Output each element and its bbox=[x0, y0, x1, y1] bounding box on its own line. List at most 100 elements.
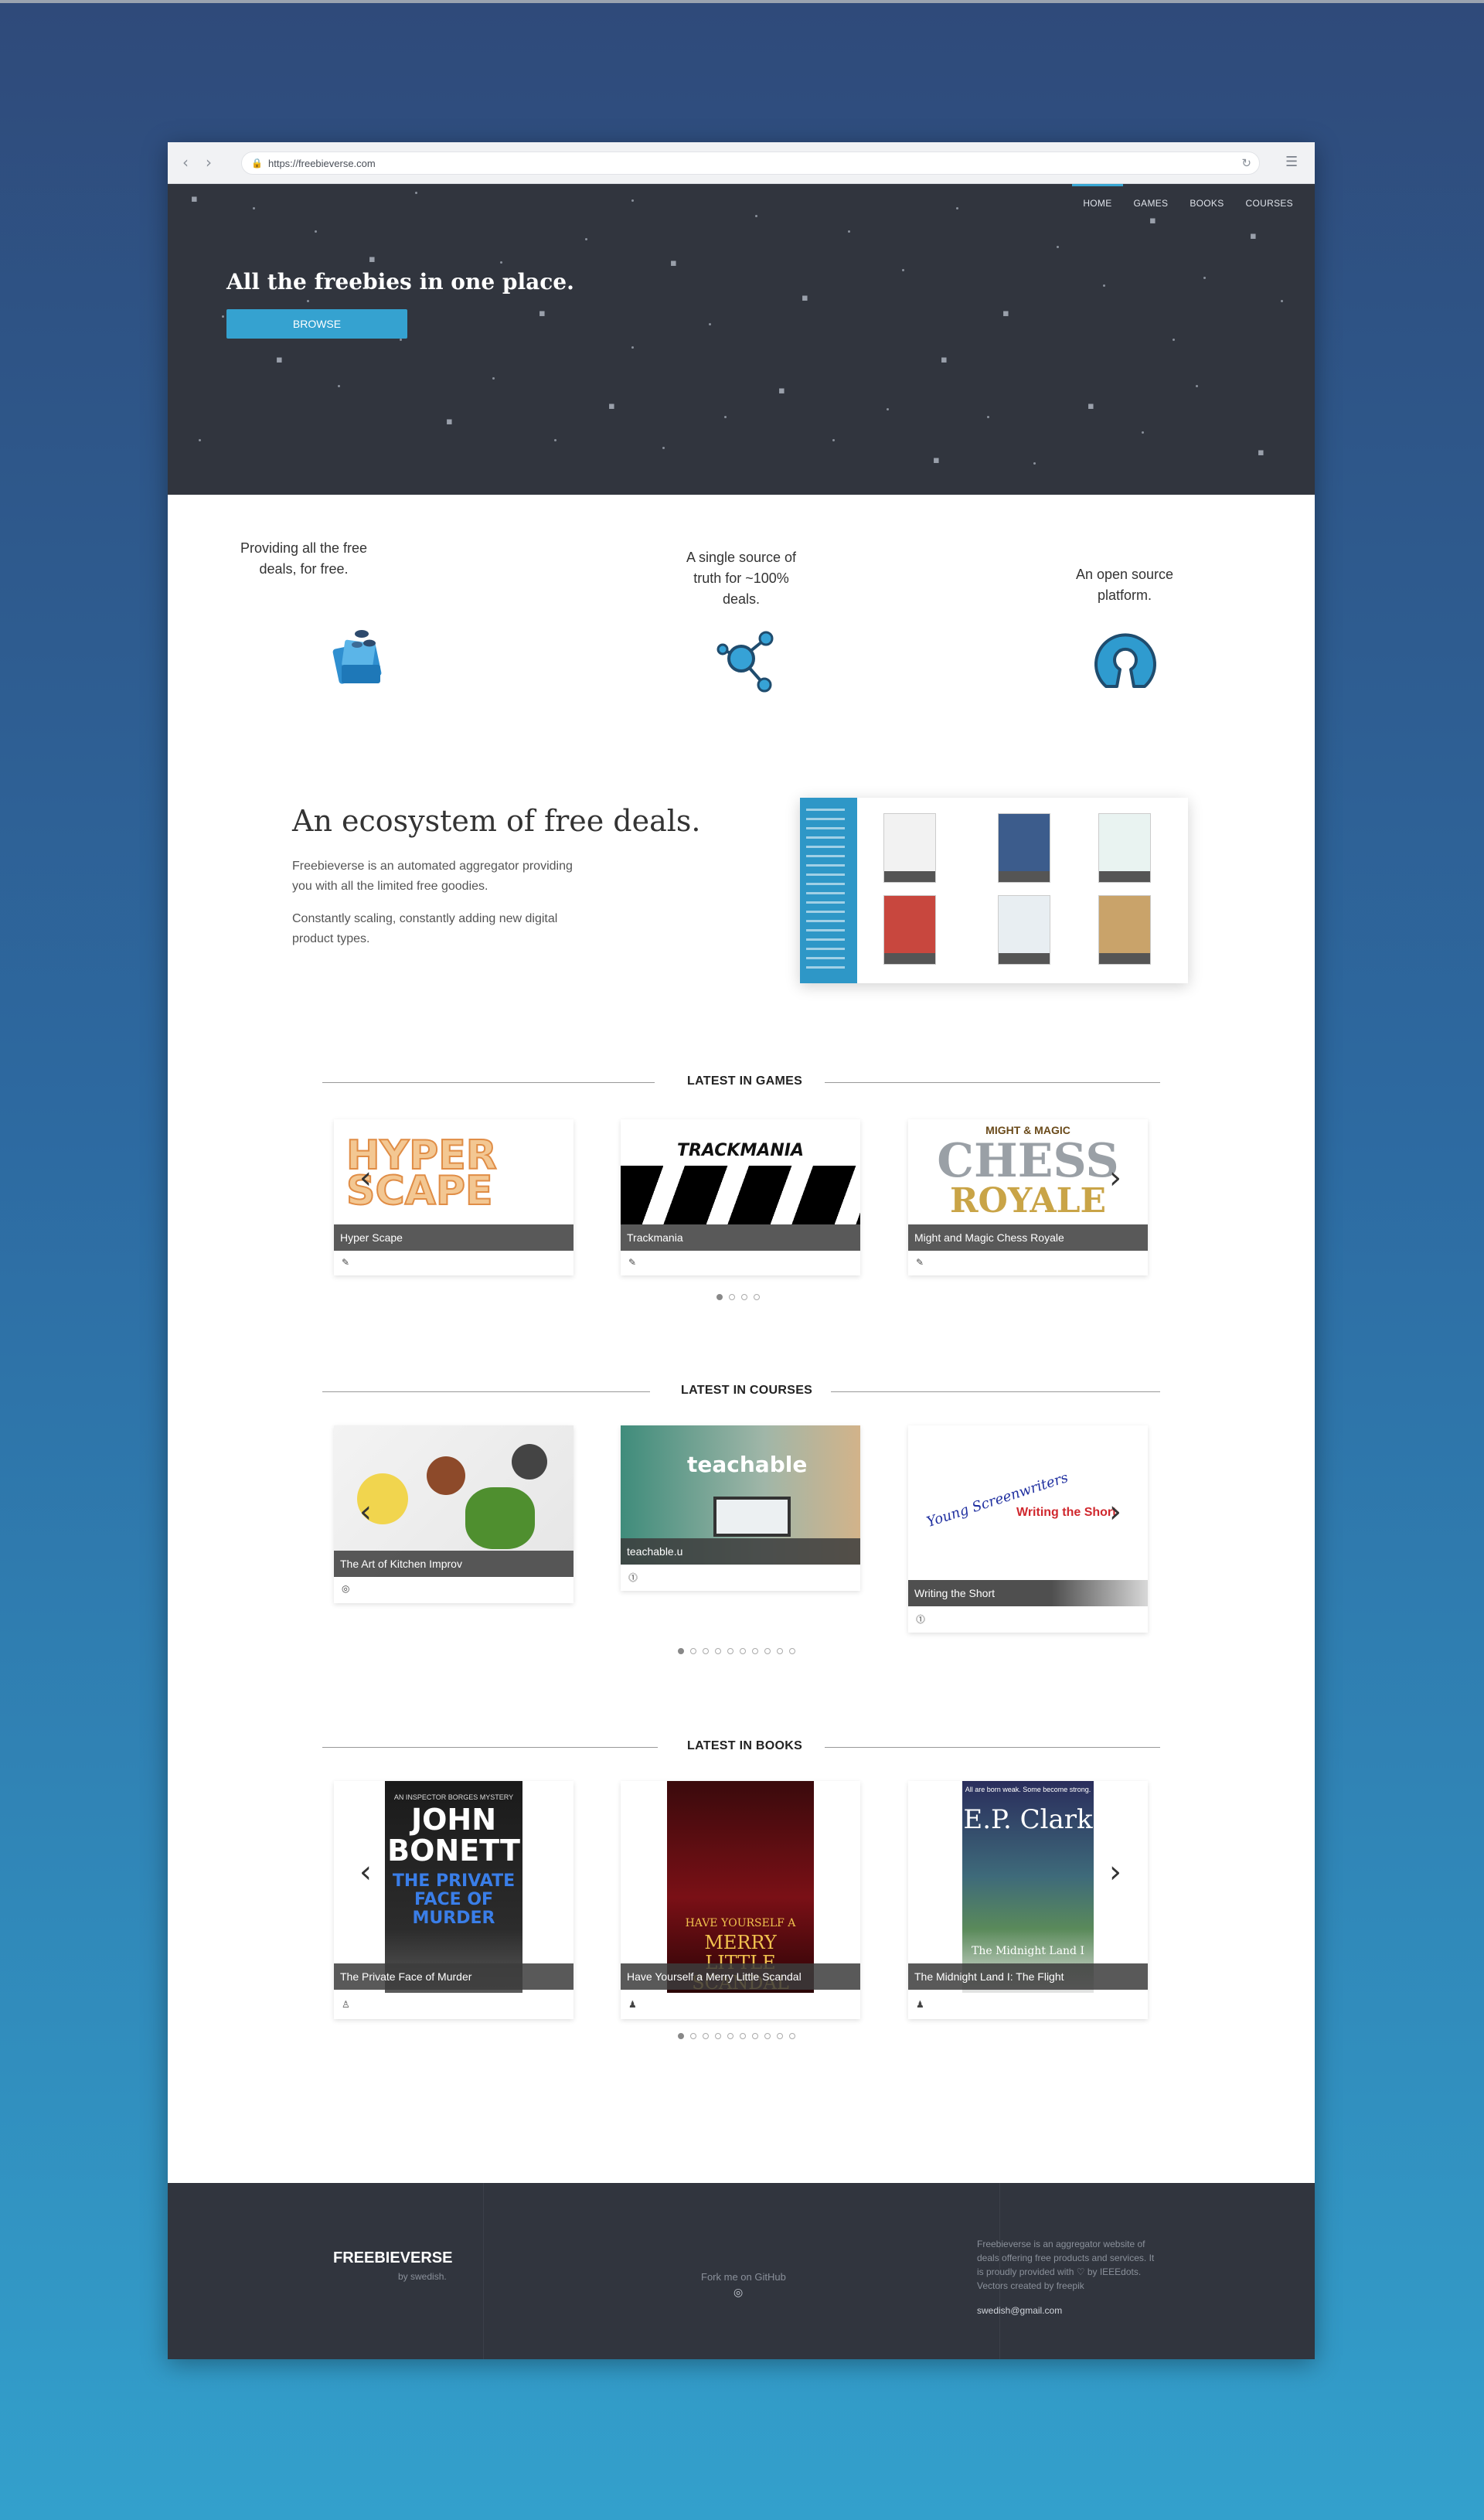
game-card-chess-royale[interactable]: MIGHT & MAGIC CHESS ROYALE Might and Mag… bbox=[908, 1119, 1148, 1275]
games-next-arrow[interactable]: › bbox=[1109, 1163, 1122, 1194]
floating-icon: ▪ bbox=[802, 292, 808, 304]
pagination-dot[interactable] bbox=[727, 2033, 733, 2039]
features-section: Providing all the free deals, for free. … bbox=[168, 495, 1315, 788]
star-dot bbox=[724, 416, 727, 418]
github-icon[interactable]: ◎ bbox=[733, 2287, 743, 2299]
star-dot bbox=[222, 315, 224, 318]
pagination-dot[interactable] bbox=[703, 1648, 709, 1654]
pagination-dot[interactable] bbox=[690, 2033, 696, 2039]
game-card-title: Trackmania bbox=[621, 1224, 860, 1251]
pagination-dot[interactable] bbox=[789, 1648, 795, 1654]
books-next-arrow[interactable]: › bbox=[1109, 1857, 1122, 1888]
game-card-image: TRACKMANIA Trackmania bbox=[621, 1119, 860, 1251]
address-bar[interactable]: 🔒 https://freebieverse.com ↻ bbox=[241, 152, 1260, 175]
pagination-dot[interactable] bbox=[740, 2033, 746, 2039]
pagination-dot[interactable] bbox=[740, 1648, 746, 1654]
nav-books[interactable]: BOOKS bbox=[1179, 184, 1234, 215]
courses-prev-arrow[interactable]: ‹ bbox=[359, 1497, 372, 1527]
book-cover-title: THE PRIVATE FACE OF MURDER bbox=[392, 1871, 516, 1928]
pagination-dot[interactable] bbox=[703, 2033, 709, 2039]
floating-icon: ▪ bbox=[1087, 400, 1094, 412]
back-icon[interactable]: ‹ bbox=[177, 154, 194, 171]
star-dot bbox=[415, 192, 417, 194]
ecosystem-title: An ecosystem of free deals. bbox=[292, 804, 701, 838]
book-card-private-face[interactable]: AN INSPECTOR BORGES MYSTERY JOHN BONETT … bbox=[334, 1781, 574, 2019]
wallet-coins-icon bbox=[328, 625, 391, 695]
star-dot bbox=[631, 199, 634, 202]
pagination-dot[interactable] bbox=[678, 2033, 684, 2039]
game-card-hyper-scape[interactable]: HYPER SCAPE Hyper Scape ✎ bbox=[334, 1119, 574, 1275]
game-card-trackmania[interactable]: TRACKMANIA Trackmania ✎ bbox=[621, 1119, 860, 1275]
pagination-dot[interactable] bbox=[752, 2033, 758, 2039]
footer-brand[interactable]: FREEBIEVERSE bbox=[333, 2249, 452, 2267]
pagination-dot[interactable] bbox=[690, 1648, 696, 1654]
course-card-teachable[interactable]: teachable teachable.u ⓵ bbox=[621, 1425, 860, 1591]
url-text[interactable]: https://freebieverse.com bbox=[268, 158, 376, 169]
star-dot bbox=[1103, 284, 1105, 287]
pagination-dot[interactable] bbox=[715, 1648, 721, 1654]
star-dot bbox=[307, 300, 309, 302]
open-source-icon bbox=[1092, 626, 1159, 696]
top-border bbox=[0, 0, 1484, 3]
footer: FREEBIEVERSE by swedish. Fork me on GitH… bbox=[168, 2183, 1315, 2359]
pagination-dot[interactable] bbox=[752, 1648, 758, 1654]
book-cover: AN INSPECTOR BORGES MYSTERY JOHN BONETT … bbox=[385, 1781, 522, 1993]
pagination-dot[interactable] bbox=[741, 1294, 747, 1300]
star-dot bbox=[709, 323, 711, 325]
course-card-title: Writing the Short bbox=[908, 1580, 1148, 1606]
star-dot bbox=[1196, 385, 1198, 387]
nav-home[interactable]: HOME bbox=[1072, 184, 1123, 215]
games-prev-arrow[interactable]: ‹ bbox=[359, 1163, 372, 1194]
floating-icon: ▪ bbox=[1149, 215, 1156, 226]
course-provider-icon: ⓵ bbox=[628, 1572, 638, 1583]
book-cover: HAVE YOURSELF A MERRY LITTLE SCANDAL bbox=[667, 1781, 814, 1993]
book-card-midnight-land[interactable]: All are born weak. Some become strong. E… bbox=[908, 1781, 1148, 2019]
star-dot bbox=[492, 377, 495, 380]
pagination-dot[interactable] bbox=[678, 1648, 684, 1654]
nav-courses[interactable]: COURSES bbox=[1235, 184, 1304, 215]
floating-icon: ▪ bbox=[608, 400, 615, 412]
trackmania-stripes bbox=[621, 1166, 860, 1224]
book-card-merry-scandal[interactable]: HAVE YOURSELF A MERRY LITTLE SCANDAL Hav… bbox=[621, 1781, 860, 2019]
main-nav: HOME GAMES BOOKS COURSES bbox=[1072, 184, 1304, 215]
pagination-dot[interactable] bbox=[789, 2033, 795, 2039]
floating-icon: ▪ bbox=[1250, 230, 1257, 242]
course-provider-icon: ◎ bbox=[342, 1583, 350, 1594]
pagination-dot[interactable] bbox=[715, 2033, 721, 2039]
star-dot bbox=[848, 230, 850, 233]
floating-icon: ▪ bbox=[933, 455, 940, 466]
lock-icon: 🔒 bbox=[251, 158, 263, 169]
pagination-dot[interactable] bbox=[716, 1294, 723, 1300]
courses-next-arrow[interactable]: › bbox=[1109, 1497, 1122, 1527]
pagination-dot[interactable] bbox=[729, 1294, 735, 1300]
book-user-icon: ♟ bbox=[916, 1999, 924, 2010]
pagination-dot[interactable] bbox=[764, 1648, 771, 1654]
nav-games[interactable]: GAMES bbox=[1123, 184, 1179, 215]
pagination-dot[interactable] bbox=[727, 1648, 733, 1654]
menu-icon[interactable]: ☰ bbox=[1285, 155, 1301, 170]
games-heading-label: LATEST IN GAMES bbox=[687, 1074, 803, 1088]
floating-icon: ▪ bbox=[191, 193, 198, 205]
pagination-dot[interactable] bbox=[764, 2033, 771, 2039]
star-dot bbox=[631, 346, 634, 349]
browse-button[interactable]: BROWSE bbox=[226, 309, 407, 339]
pagination-dot[interactable] bbox=[777, 2033, 783, 2039]
reload-icon[interactable]: ↻ bbox=[1241, 156, 1251, 170]
forward-icon[interactable]: › bbox=[200, 154, 217, 171]
floating-icon: ▪ bbox=[1258, 447, 1264, 458]
gamepad-icon: ✎ bbox=[342, 1257, 350, 1268]
floating-icon: ▪ bbox=[941, 354, 948, 366]
star-dot bbox=[1281, 300, 1283, 302]
star-dot bbox=[902, 269, 904, 271]
book-card-image: HAVE YOURSELF A MERRY LITTLE SCANDAL Hav… bbox=[621, 1781, 860, 1993]
fork-on-github-link[interactable]: Fork me on GitHub bbox=[701, 2271, 786, 2283]
course-card-title: teachable.u bbox=[621, 1538, 860, 1565]
star-dot bbox=[1057, 246, 1059, 248]
footer-byline: by swedish. bbox=[398, 2271, 447, 2282]
footer-email-link[interactable]: swedish@gmail.com bbox=[977, 2305, 1062, 2316]
book-card-title: The Private Face of Murder bbox=[334, 1963, 574, 1990]
star-dot bbox=[253, 207, 255, 209]
pagination-dot[interactable] bbox=[754, 1294, 760, 1300]
pagination-dot[interactable] bbox=[777, 1648, 783, 1654]
books-prev-arrow[interactable]: ‹ bbox=[359, 1857, 372, 1888]
